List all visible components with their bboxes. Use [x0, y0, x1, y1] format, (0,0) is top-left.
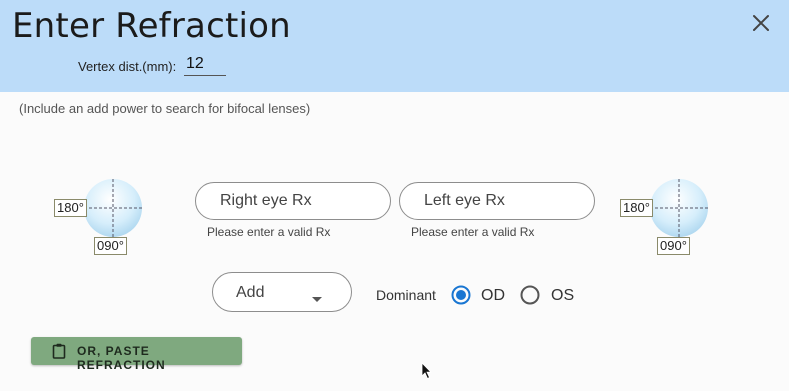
axis-090-label: 090°: [657, 237, 690, 255]
left-eye-rx-helper: Please enter a valid Rx: [411, 225, 535, 239]
bifocal-hint: (Include an add power to search for bifo…: [19, 101, 311, 116]
paste-refraction-label: OR, PASTE REFRACTION: [77, 344, 166, 372]
dominant-os-radio[interactable]: [520, 285, 540, 305]
add-power-select[interactable]: Add: [212, 272, 352, 312]
left-eye-axis-widget[interactable]: 180° 090°: [620, 175, 714, 255]
dialog-header: Enter Refraction Vertex dist.(mm):: [0, 0, 789, 92]
axis-180-label: 180°: [54, 199, 87, 217]
axis-180-label: 180°: [620, 199, 653, 217]
vertex-distance-input[interactable]: [184, 53, 226, 76]
vertex-distance-label: Vertex dist.(mm):: [78, 59, 177, 74]
close-icon[interactable]: [748, 10, 774, 36]
clipboard-icon: [52, 343, 66, 364]
dominant-label: Dominant: [376, 287, 436, 303]
axis-090-label: 090°: [94, 237, 127, 255]
right-eye-rx-input[interactable]: [195, 182, 391, 220]
paste-refraction-button[interactable]: OR, PASTE REFRACTION: [31, 337, 242, 372]
dominant-od-label: OD: [481, 287, 505, 304]
left-eye-rx-input[interactable]: [399, 182, 595, 220]
dominant-os-label: OS: [551, 287, 575, 304]
right-eye-rx-helper: Please enter a valid Rx: [207, 225, 331, 239]
chevron-down-icon: [311, 290, 323, 308]
add-select-label: Add: [236, 284, 265, 301]
mouse-cursor-icon: [421, 362, 433, 385]
right-eye-axis-widget[interactable]: 180° 090°: [54, 175, 148, 255]
dominant-od-radio[interactable]: [451, 285, 471, 305]
dialog-title: Enter Refraction: [12, 6, 291, 46]
